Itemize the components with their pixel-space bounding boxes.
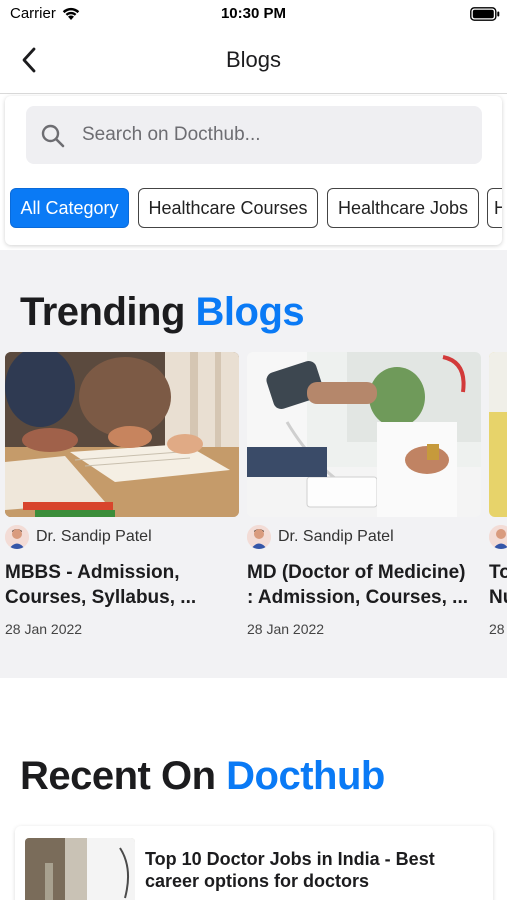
author-name: Dr. Sandip Patel — [278, 528, 394, 545]
category-chip-row[interactable]: All Category Healthcare Courses Healthca… — [10, 188, 502, 230]
chip-label: Healthcare Jobs — [337, 197, 469, 218]
page-title: Blogs — [225, 47, 282, 72]
chip-label: H — [494, 197, 502, 218]
heading-accent: Blogs — [195, 290, 305, 334]
blog-card[interactable]: Dr. Sandip Patel MBBS - Admission, Cours… — [5, 352, 239, 652]
recent-item-title: Top 10 Doctor Jobs in India - Best caree… — [145, 849, 435, 891]
avatar — [247, 525, 271, 549]
status-bar: Carrier 10:30 PM — [0, 0, 507, 28]
author-row: Dr. Sandip Patel — [5, 523, 152, 551]
chip-all-category[interactable]: All Category — [10, 188, 129, 228]
blog-date: 28 — [489, 621, 505, 637]
recent-item-thumbnail — [25, 838, 135, 900]
blog-image-partial — [489, 352, 507, 517]
chip-label: Healthcare Courses — [148, 197, 308, 218]
blog-date: 28 Jan 2022 — [247, 621, 325, 637]
chip-healthcare-jobs[interactable]: Healthcare Jobs — [327, 188, 479, 228]
blog-title[interactable]: MD (Doctor of Medicine) : Admission, Cou… — [247, 560, 479, 610]
blog-date: 28 Jan 2022 — [5, 621, 83, 637]
blog-card[interactable]: To Nu 28 — [489, 352, 507, 652]
battery-icon — [470, 7, 500, 21]
blog-image-blood-pressure — [247, 352, 481, 517]
trending-heading: Trending Blogs — [20, 290, 305, 335]
recent-heading: Recent On Docthub — [20, 754, 385, 799]
status-time: 10:30 PM — [220, 5, 287, 22]
filter-card: All Category Healthcare Courses Healthca… — [5, 96, 502, 245]
blog-image-study — [5, 352, 239, 517]
blog-card[interactable]: Dr. Sandip Patel MD (Doctor of Medicine)… — [247, 352, 481, 652]
heading-main: Trending — [20, 290, 185, 334]
heading-accent: Docthub — [226, 754, 385, 798]
search-box[interactable] — [26, 106, 482, 164]
blog-title[interactable]: To Nu — [489, 560, 507, 610]
search-input[interactable] — [82, 106, 472, 164]
avatar — [5, 525, 29, 549]
trending-blogs-section: Trending Blogs Dr. Sandip Patel MBBS - A… — [0, 250, 507, 678]
search-icon — [41, 124, 65, 148]
blog-title[interactable]: MBBS - Admission, Courses, Syllabus, ... — [5, 560, 237, 610]
chip-healthcare-courses[interactable]: Healthcare Courses — [138, 188, 318, 228]
chip-label: All Category — [20, 197, 119, 218]
chip-partial[interactable]: H — [487, 188, 502, 228]
recent-item[interactable]: Top 10 Doctor Jobs in India - Best caree… — [15, 826, 493, 900]
author-name: Dr. Sandip Patel — [36, 528, 152, 545]
avatar — [489, 525, 507, 549]
author-row — [489, 523, 507, 551]
author-row: Dr. Sandip Patel — [247, 523, 394, 551]
heading-main: Recent On — [20, 754, 216, 798]
navigation-bar: Blogs — [0, 28, 507, 94]
